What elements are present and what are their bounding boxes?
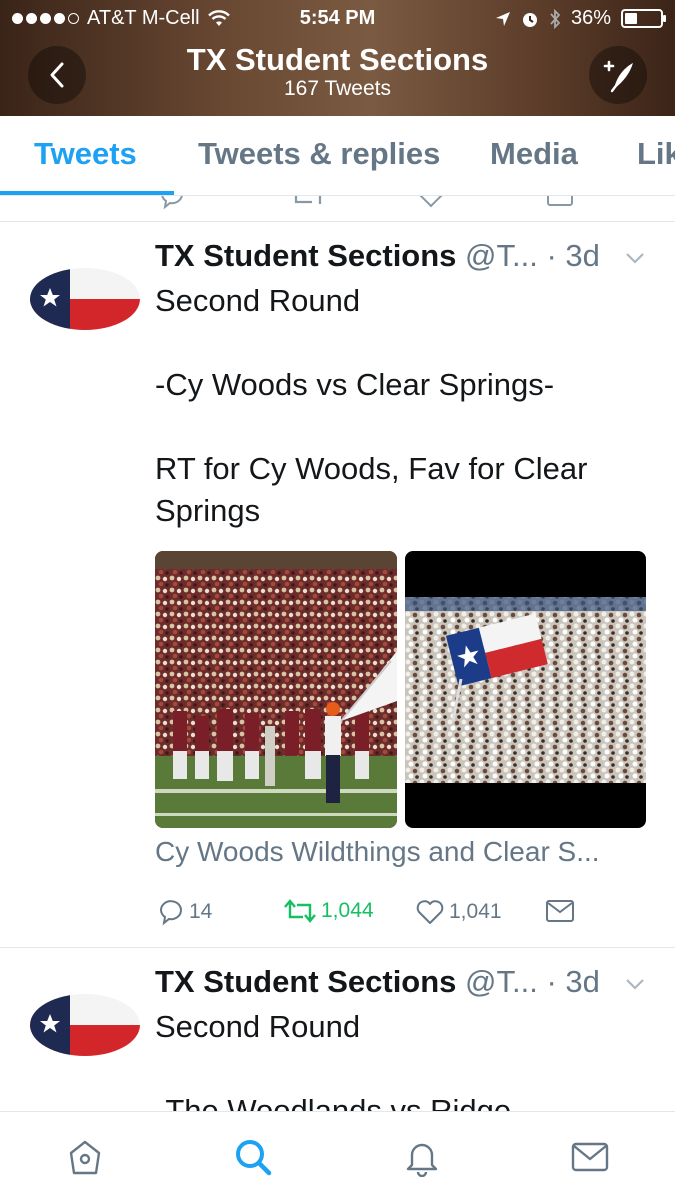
location-arrow-icon: [495, 11, 510, 26]
like-count: 1,041: [449, 900, 502, 923]
retweet-count: 1,044: [321, 899, 374, 922]
tweet-card[interactable]: TX Student Sections @T... · 3d Second Ro…: [0, 222, 675, 947]
bluetooth-icon: [550, 8, 561, 29]
tweet-header: TX Student Sections @T... · 3d: [155, 238, 647, 278]
tab-tweets-replies[interactable]: Tweets & replies: [198, 136, 440, 172]
chevron-down-icon[interactable]: [623, 972, 647, 996]
active-tab-indicator: [0, 191, 174, 195]
tweet-author-name[interactable]: TX Student Sections: [155, 964, 456, 999]
profile-header: AT&T M-Cell 5:54 PM 36% TX Student Secti…: [0, 0, 675, 116]
chevron-down-icon[interactable]: [623, 246, 647, 270]
notifications-tab[interactable]: [401, 1136, 443, 1178]
status-bar: AT&T M-Cell 5:54 PM 36%: [0, 0, 675, 38]
avatar[interactable]: [30, 268, 140, 330]
tweet-author-handle[interactable]: @T...: [465, 238, 538, 273]
reply-bubble-icon[interactable]: [158, 196, 186, 210]
compose-button[interactable]: [589, 46, 647, 104]
retweet-icon: [284, 899, 316, 923]
media-link-caption[interactable]: Cy Woods Wildthings and Clear S...: [155, 836, 655, 868]
envelope-icon: [546, 900, 574, 922]
tweet-actions: 14 1,044 1,041: [155, 898, 635, 932]
compose-quill-icon: [603, 60, 633, 93]
profile-tabs: Tweets Tweets & replies Media Lik: [0, 116, 675, 196]
reply-bubble-icon: [159, 900, 182, 926]
tweet-card[interactable]: TX Student Sections @T... · 3d Second Ro…: [0, 948, 675, 1111]
alarm-icon: [522, 12, 537, 27]
tweet-count: 167 Tweets: [283, 77, 392, 100]
envelope-icon[interactable]: [546, 196, 574, 210]
battery-percent: 36%: [570, 7, 611, 29]
like-action[interactable]: 1,041: [415, 898, 502, 926]
retweet-icon[interactable]: [290, 196, 326, 210]
avatar[interactable]: [30, 994, 140, 1056]
tweet-timestamp: · 3d: [546, 238, 600, 273]
search-icon: [236, 1140, 272, 1176]
tab-media[interactable]: Media: [490, 136, 578, 172]
page-title: TX Student Sections: [186, 42, 489, 77]
envelope-icon: [571, 1142, 609, 1172]
home-tab[interactable]: [64, 1136, 106, 1178]
search-tab[interactable]: [232, 1136, 274, 1178]
tweet-header: TX Student Sections @T... · 3d: [155, 964, 647, 1004]
photo-crowd-football: [155, 551, 397, 828]
tweet-text: Second Round -Cy Woods vs Clear Springs-…: [155, 283, 588, 528]
battery-icon: [621, 9, 666, 28]
bell-icon: [406, 1143, 438, 1177]
tab-tweets[interactable]: Tweets: [34, 136, 137, 172]
media-photo-stadium[interactable]: [155, 551, 397, 828]
retweet-action[interactable]: 1,044: [283, 898, 374, 924]
tweet-text: Second Round -The Woodlands vs Ridge: [155, 1009, 512, 1111]
tweet-timestamp: · 3d: [546, 964, 600, 999]
heart-icon: [416, 900, 444, 924]
heart-icon[interactable]: [417, 196, 445, 210]
previous-tweet-actions: [0, 196, 675, 222]
photo-crowd-texas-flag: [404, 551, 646, 828]
tab-likes[interactable]: Lik: [637, 136, 675, 172]
tweet-media[interactable]: [155, 551, 646, 828]
status-right: 36%: [495, 7, 666, 30]
tweet-author-handle[interactable]: @T...: [465, 964, 538, 999]
reply-action[interactable]: 14: [157, 898, 212, 926]
reply-count: 14: [189, 900, 213, 923]
bottom-tab-bar: [0, 1111, 675, 1200]
home-icon: [69, 1140, 101, 1175]
messages-tab[interactable]: [569, 1136, 611, 1178]
media-photo-student-section[interactable]: [404, 551, 646, 828]
direct-message-action[interactable]: [545, 898, 575, 924]
tweet-author-name[interactable]: TX Student Sections: [155, 238, 456, 273]
